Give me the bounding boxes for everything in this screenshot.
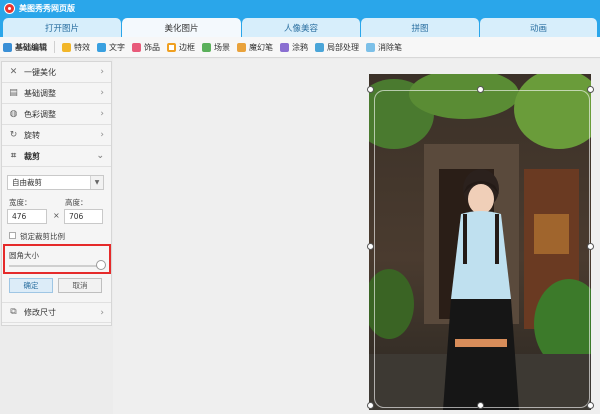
tool-label: 文字 (109, 42, 125, 52)
ok-button[interactable]: 确定 (9, 278, 53, 293)
height-label: 高度： (65, 198, 88, 207)
brush-icon (280, 42, 289, 52)
app-logo-icon (4, 3, 15, 14)
tool-basic-edit[interactable]: 基础编辑 (3, 42, 47, 53)
crop-icon: ⌗ (10, 150, 17, 161)
tool-label: 特效 (74, 42, 90, 52)
tool-scene[interactable]: 场景 (202, 42, 230, 53)
tool-label: 局部处理 (327, 42, 359, 52)
lock-ratio-label: 锁定裁剪比例 (20, 232, 65, 241)
wand-icon: ✕ (9, 66, 18, 77)
crop-frame[interactable] (374, 90, 590, 408)
round-corner-slider-track[interactable] (9, 265, 102, 267)
times-sign: × (53, 211, 60, 220)
sidebar-item-auto-beautify[interactable]: ✕ 一键美化 › (2, 62, 111, 83)
chevron-right-icon: › (100, 308, 104, 318)
width-input[interactable]: 476 (7, 209, 47, 224)
tool-label: 饰品 (144, 42, 160, 52)
tab-portrait[interactable]: 人像美容 (242, 18, 360, 37)
main-tabs: 打开图片 美化图片 人像美容 拼图 动画 (0, 17, 600, 37)
frame-icon (167, 42, 176, 52)
feature-toolbar: 基础编辑 特效 文字 饰品 边框 场景 魔幻笔 涂鸦 局部处理 消除笔 (0, 37, 600, 58)
sidebar-item-label: 一键美化 (24, 67, 56, 77)
tool-doodle[interactable]: 涂鸦 (280, 42, 308, 53)
sidebar-item-basic-adjust[interactable]: ▤ 基础调整 › (2, 83, 111, 104)
crop-mode-select[interactable]: 自由裁剪 ▼ (7, 175, 104, 190)
text-icon (97, 42, 106, 52)
bow-icon (132, 42, 141, 52)
chevron-down-icon: ▼ (90, 176, 103, 189)
crop-handle-top-right[interactable] (587, 86, 594, 93)
tool-label: 边框 (179, 42, 195, 52)
sidebar-item-resize[interactable]: ⧉ 修改尺寸 › (2, 302, 111, 323)
adjust-icon: ▤ (9, 87, 18, 98)
crop-handle-bottom-left[interactable] (367, 402, 374, 409)
app-title: 美图秀秀网页版 (19, 4, 75, 13)
crop-handle-middle-left[interactable] (367, 243, 374, 250)
height-input[interactable]: 706 (64, 209, 103, 224)
tool-eraser[interactable]: 消除笔 (366, 42, 402, 53)
edit-icon (3, 42, 12, 52)
crop-handle-top-left[interactable] (367, 86, 374, 93)
tab-beautify[interactable]: 美化图片 (122, 18, 241, 37)
eraser-icon (366, 42, 375, 52)
lock-ratio-checkbox[interactable] (9, 232, 16, 239)
crop-mode-value: 自由裁剪 (12, 178, 42, 187)
tool-label: 基础编辑 (15, 42, 47, 52)
sidebar-item-label: 修改尺寸 (24, 308, 56, 317)
sidebar-item-label: 裁剪 (24, 151, 40, 161)
chevron-right-icon: › (100, 67, 104, 77)
scene-icon (202, 42, 211, 52)
round-corner-slider-knob[interactable] (96, 260, 106, 270)
crop-handle-middle-right[interactable] (587, 243, 594, 250)
tool-frame[interactable]: 边框 (167, 42, 195, 53)
sidebar-item-label: 色彩调整 (24, 109, 56, 119)
tool-label: 消除笔 (378, 42, 402, 52)
tool-label: 场景 (214, 42, 230, 52)
sidebar-item-label: 基础调整 (24, 88, 56, 98)
width-label: 宽度： (9, 198, 32, 207)
cancel-button[interactable]: 取消 (58, 278, 102, 293)
chevron-down-icon: ⌄ (96, 151, 104, 161)
toolbar-divider (54, 41, 55, 53)
tab-open-image[interactable]: 打开图片 (3, 18, 121, 37)
sidebar-item-color-adjust[interactable]: ◍ 色彩调整 › (2, 104, 111, 125)
crop-handle-bottom-center[interactable] (477, 402, 484, 409)
sidebar-item-label: 旋转 (24, 130, 40, 140)
sidebar-item-crop[interactable]: ⌗ 裁剪 ⌄ (2, 146, 111, 167)
tool-local-process[interactable]: 局部处理 (315, 42, 359, 53)
magic-pen-icon (237, 42, 246, 52)
resize-icon: ⧉ (10, 307, 17, 317)
chevron-right-icon: › (100, 109, 104, 119)
palette-icon: ◍ (9, 108, 18, 119)
chevron-right-icon: › (100, 88, 104, 98)
tool-label: 魔幻笔 (249, 42, 273, 52)
tab-collage[interactable]: 拼图 (361, 18, 479, 37)
rotate-icon: ↻ (9, 129, 18, 140)
tool-text[interactable]: 文字 (97, 42, 125, 53)
tool-magic-pen[interactable]: 魔幻笔 (237, 42, 273, 53)
chevron-right-icon: › (100, 130, 104, 140)
tool-effects[interactable]: 特效 (62, 42, 90, 53)
magic-wand-icon (62, 42, 71, 52)
title-bar: 美图秀秀网页版 (0, 0, 600, 17)
crop-handle-bottom-right[interactable] (587, 402, 594, 409)
tool-label: 涂鸦 (292, 42, 308, 52)
round-corner-label: 圆角大小 (9, 251, 39, 260)
crop-handle-top-center[interactable] (477, 86, 484, 93)
local-process-icon (315, 42, 324, 52)
tab-animation[interactable]: 动画 (480, 18, 597, 37)
sidebar-item-rotate[interactable]: ↻ 旋转 › (2, 125, 111, 146)
tool-accessories[interactable]: 饰品 (132, 42, 160, 53)
